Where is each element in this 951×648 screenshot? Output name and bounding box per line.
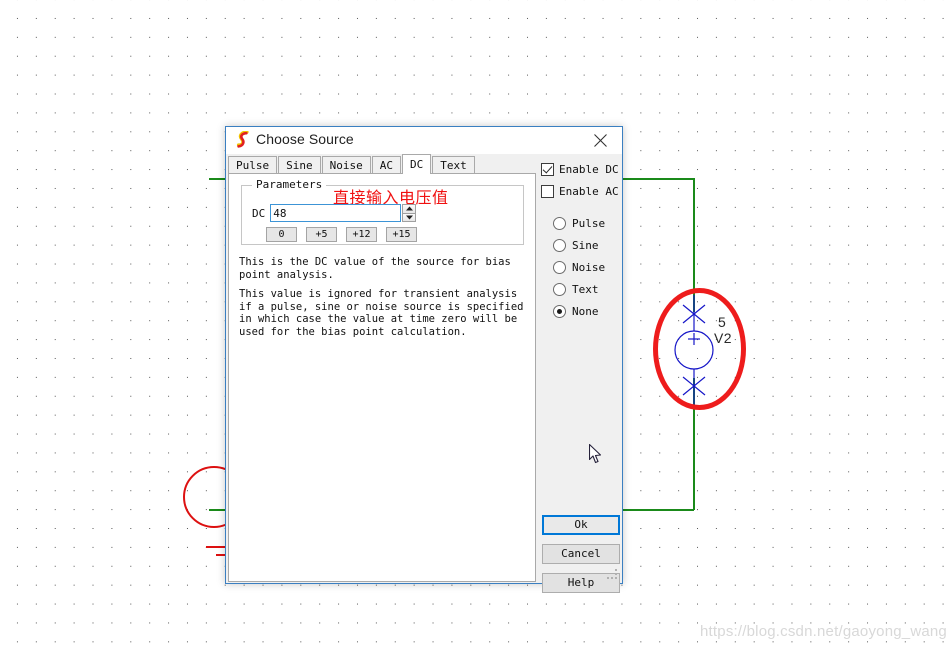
stepper-up-icon[interactable] <box>402 204 417 213</box>
cancel-button[interactable]: Cancel <box>542 544 620 564</box>
mouse-cursor <box>589 444 602 464</box>
tab-dc[interactable]: DC <box>402 154 432 174</box>
ok-button[interactable]: Ok <box>542 515 620 535</box>
dc-value-row: DC <box>252 204 417 222</box>
checkbox-enable-dc-box[interactable] <box>541 163 554 176</box>
tab-text[interactable]: Text <box>432 156 475 174</box>
radio-text-circle[interactable] <box>553 283 566 296</box>
radio-text[interactable]: Text <box>553 283 599 296</box>
description-paragraph-1: This is the DC value of the source for b… <box>239 256 511 281</box>
highlight-ellipse <box>653 288 746 410</box>
source-type-tabs: Pulse Sine Noise AC DC Text <box>228 154 538 174</box>
tab-pulse[interactable]: Pulse <box>228 156 278 174</box>
dc-tab-panel: Parameters 直接输入电压值 DC 0 <box>228 173 536 582</box>
parameters-legend: Parameters <box>252 178 327 191</box>
preset-button-plus15[interactable]: +15 <box>386 227 417 242</box>
source-options-panel: Enable DC Enable AC Pulse Sine Noise Tex… <box>541 155 623 593</box>
radio-noise-label: Noise <box>572 261 606 274</box>
radio-pulse[interactable]: Pulse <box>553 217 605 230</box>
dc-value-stepper[interactable] <box>402 204 417 222</box>
dc-field-label: DC <box>252 206 266 220</box>
checkbox-enable-ac-label: Enable AC <box>559 185 619 198</box>
checkbox-enable-ac[interactable]: Enable AC <box>541 185 619 198</box>
radio-noise[interactable]: Noise <box>553 261 605 274</box>
tab-sine[interactable]: Sine <box>278 156 321 174</box>
radio-sine[interactable]: Sine <box>553 239 599 252</box>
checkbox-enable-dc[interactable]: Enable DC <box>541 163 619 176</box>
dc-preset-buttons: 0 +5 +12 +15 <box>266 227 426 242</box>
radio-none-circle[interactable] <box>553 305 566 318</box>
close-icon[interactable] <box>578 127 622 154</box>
tab-noise[interactable]: Noise <box>321 156 371 174</box>
dialog-titlebar[interactable]: Choose Source <box>226 127 622 154</box>
radio-none[interactable]: None <box>553 305 599 318</box>
stepper-down-icon[interactable] <box>402 212 417 222</box>
radio-noise-circle[interactable] <box>553 261 566 274</box>
tab-ac[interactable]: AC <box>371 156 401 174</box>
checkbox-enable-dc-label: Enable DC <box>559 163 619 176</box>
radio-pulse-circle[interactable] <box>553 217 566 230</box>
dc-description: This is the DC value of the source for b… <box>239 256 527 345</box>
choose-source-dialog: Choose Source Pulse Sine Noise AC DC Tex… <box>225 126 623 593</box>
description-paragraph-2: This value is ignored for transient anal… <box>239 288 524 338</box>
radio-pulse-label: Pulse <box>572 217 606 230</box>
radio-sine-circle[interactable] <box>553 239 566 252</box>
radio-sine-label: Sine <box>572 239 599 252</box>
radio-text-label: Text <box>572 283 599 296</box>
ltspice-source-icon <box>236 131 249 148</box>
radio-none-label: None <box>572 305 599 318</box>
resize-grip-icon[interactable] <box>607 569 619 581</box>
preset-button-0[interactable]: 0 <box>266 227 297 242</box>
dc-value-input[interactable] <box>270 204 402 222</box>
dialog-title: Choose Source <box>256 131 354 147</box>
parameters-groupbox: Parameters 直接输入电压值 DC 0 <box>241 178 524 245</box>
preset-button-plus5[interactable]: +5 <box>306 227 337 242</box>
watermark-text: https://blog.csdn.net/gaoyong_wang <box>700 623 947 640</box>
checkbox-enable-ac-box[interactable] <box>541 185 554 198</box>
schematic-canvas: 5 V2 https://blog.csdn.net/gaoyong_wang … <box>0 0 951 648</box>
preset-button-plus12[interactable]: +12 <box>346 227 377 242</box>
